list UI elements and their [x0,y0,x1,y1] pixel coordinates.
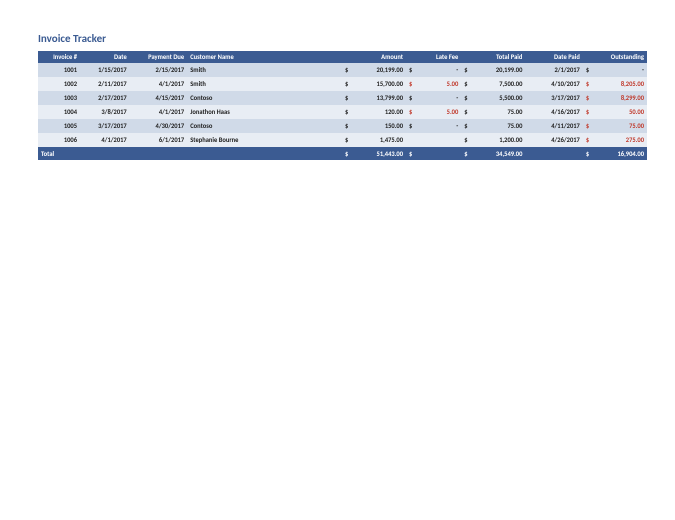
cell-late: $- [406,91,461,105]
cell-out: $8,205.00 [583,77,647,91]
col-header-datepaid: Date Paid [525,51,582,63]
cell-late: $5.00 [406,77,461,91]
cell-invoice: 1001 [38,63,80,77]
table-header-row: Invoice #DatePayment DueCustomer NameAmo… [38,51,647,63]
cell-datepaid: 2/1/2017 [525,63,582,77]
cell-out: $75.00 [583,119,647,133]
total-date [80,147,130,160]
cell-customer: Contoso [187,91,342,105]
cell-invoice: 1002 [38,77,80,91]
table-row[interactable]: 10043/8/20174/1/2017Jonathon Haas$120.00… [38,105,647,119]
cell-paid: $5,500.00 [461,91,525,105]
total-out: $16,904.00 [583,147,647,160]
cell-due: 2/15/2017 [130,63,187,77]
cell-out: $- [583,63,647,77]
cell-invoice: 1004 [38,105,80,119]
cell-paid: $1,200.00 [461,133,525,147]
cell-datepaid: 4/16/2017 [525,105,582,119]
total-datepaid [525,147,582,160]
cell-amount: $120.00 [342,105,406,119]
cell-customer: Stephanie Bourne [187,133,342,147]
cell-due: 6/1/2017 [130,133,187,147]
total-due [130,147,187,160]
cell-paid: $7,500.00 [461,77,525,91]
cell-date: 2/11/2017 [80,77,130,91]
cell-customer: Jonathon Haas [187,105,342,119]
col-header-date: Date [80,51,130,63]
table-total-row: Total $51,443.00$$34,549.00 $16,904.00 [38,147,647,160]
col-header-customer: Customer Name [187,51,342,63]
cell-paid: $75.00 [461,119,525,133]
col-header-paid: Total Paid [461,51,525,63]
invoice-table: Invoice #DatePayment DueCustomer NameAmo… [38,51,647,160]
cell-due: 4/1/2017 [130,105,187,119]
cell-date: 3/8/2017 [80,105,130,119]
cell-amount: $13,799.00 [342,91,406,105]
cell-customer: Smith [187,77,342,91]
cell-datepaid: 4/26/2017 [525,133,582,147]
cell-late: $5.00 [406,105,461,119]
cell-amount: $15,700.00 [342,77,406,91]
col-header-late: Late Fee [406,51,461,63]
total-late: $ [406,147,461,160]
cell-invoice: 1006 [38,133,80,147]
cell-invoice: 1005 [38,119,80,133]
page-title: Invoice Tracker [38,32,647,45]
cell-paid: $75.00 [461,105,525,119]
cell-date: 1/15/2017 [80,63,130,77]
table-row[interactable]: 10064/1/20176/1/2017Stephanie Bourne$1,4… [38,133,647,147]
cell-date: 2/17/2017 [80,91,130,105]
cell-late [406,133,461,147]
col-header-out: Outstanding [583,51,647,63]
cell-due: 4/30/2017 [130,119,187,133]
table-row[interactable]: 10011/15/20172/15/2017Smith$20,199.00$-$… [38,63,647,77]
cell-amount: $150.00 [342,119,406,133]
total-customer [187,147,342,160]
cell-amount: $20,199.00 [342,63,406,77]
col-header-invoice: Invoice # [38,51,80,63]
cell-invoice: 1003 [38,91,80,105]
cell-customer: Contoso [187,119,342,133]
cell-date: 4/1/2017 [80,133,130,147]
col-header-due: Payment Due [130,51,187,63]
cell-customer: Smith [187,63,342,77]
table-row[interactable]: 10022/11/20174/1/2017Smith$15,700.00$5.0… [38,77,647,91]
cell-late: $- [406,119,461,133]
cell-amount: $1,475.00 [342,133,406,147]
cell-late: $- [406,63,461,77]
cell-out: $275.00 [583,133,647,147]
cell-datepaid: 4/11/2017 [525,119,582,133]
total-paid: $34,549.00 [461,147,525,160]
cell-date: 3/17/2017 [80,119,130,133]
table-row[interactable]: 10032/17/20174/15/2017Contoso$13,799.00$… [38,91,647,105]
cell-paid: $20,199.00 [461,63,525,77]
total-amount: $51,443.00 [342,147,406,160]
table-row[interactable]: 10053/17/20174/30/2017Contoso$150.00$-$7… [38,119,647,133]
cell-due: 4/15/2017 [130,91,187,105]
total-invoice: Total [38,147,80,160]
cell-out: $50.00 [583,105,647,119]
cell-datepaid: 4/10/2017 [525,77,582,91]
cell-due: 4/1/2017 [130,77,187,91]
cell-datepaid: 3/17/2017 [525,91,582,105]
col-header-amount: Amount [342,51,406,63]
cell-out: $8,299.00 [583,91,647,105]
